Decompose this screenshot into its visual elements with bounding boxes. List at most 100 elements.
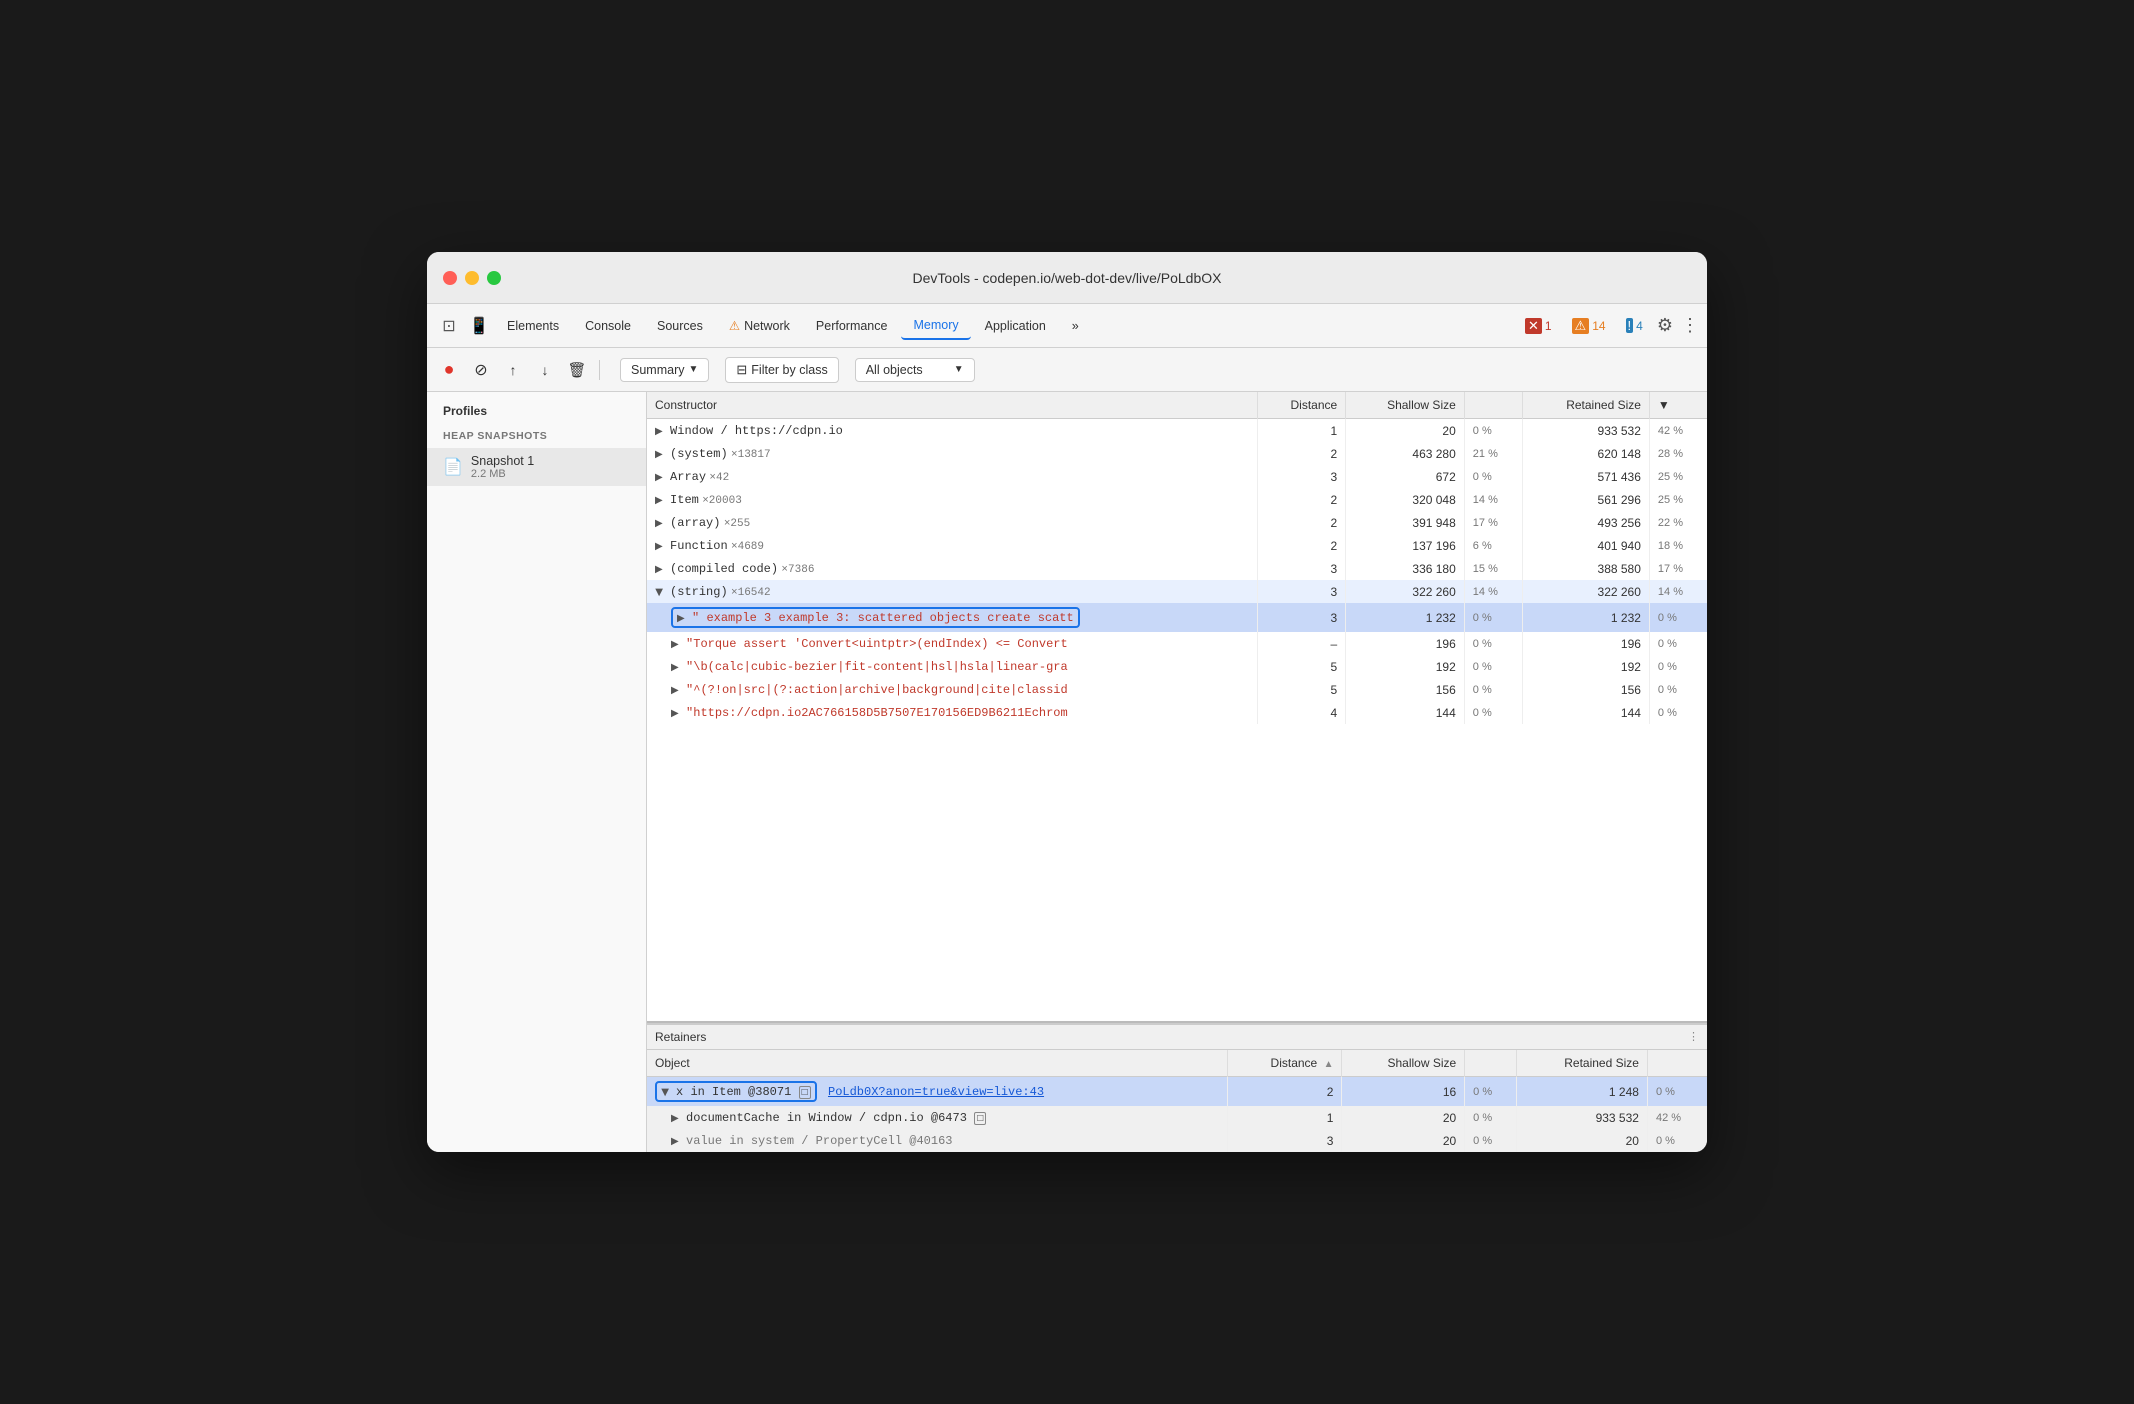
window-controls [443,271,501,285]
retained-pct-cell: 18 % [1649,534,1707,557]
table-row[interactable]: ▶ Window / https://cdpn.io 1 20 0 % 933 … [647,419,1707,443]
collect-icon[interactable]: 🗑 [563,356,591,384]
window-icon: □ [799,1086,811,1099]
expand-arrow-icon[interactable]: ▶ [653,589,664,597]
table-row[interactable]: ▶ Function ×4689 2 137 196 6 % 401 940 1… [647,534,1707,557]
expand-arrow-icon[interactable]: ▶ [655,495,663,506]
window-icon2: □ [974,1112,986,1125]
expand-arrow-icon[interactable]: ▶ [671,662,679,673]
table-row[interactable]: ▶ " example 3 example 3: scattered objec… [647,603,1707,632]
expand-arrow-icon[interactable]: ▶ [655,564,663,575]
distance-cell: 3 [1258,557,1346,580]
tab-sources[interactable]: Sources [645,313,715,339]
close-button[interactable] [443,271,457,285]
retained-pct-cell: 28 % [1649,442,1707,465]
expand-arrow-icon[interactable]: ▶ [655,426,663,437]
snapshot-item[interactable]: 📄 Snapshot 1 2.2 MB [427,448,646,486]
error-badge[interactable]: ✕ 1 [1519,316,1558,336]
maximize-button[interactable] [487,271,501,285]
snapshot-name: Snapshot 1 [471,454,534,468]
distance-cell: 3 [1258,580,1346,603]
expand-arrow-icon[interactable]: ▶ [671,1113,679,1124]
table-row[interactable]: ▶ x in Item @38071 □ PoLdb0X?anon=true&v… [647,1077,1707,1107]
expand-arrow-icon[interactable]: ▶ [671,708,679,719]
retained-pct-cell: 0 % [1649,678,1707,701]
constructor-cell: ▶ Item ×20003 [647,488,1258,511]
expand-arrow-icon[interactable]: ▶ [655,472,663,483]
table-row[interactable]: ▶ (array) ×255 2 391 948 17 % 493 256 22… [647,511,1707,534]
retained-cell: 144 [1523,701,1650,724]
summary-dropdown[interactable]: Summary ▼ [620,358,709,382]
shallow-cell: 672 [1346,465,1465,488]
shallow-pct-header-ret [1465,1050,1516,1077]
constructor-cell: ▶ (string) ×16542 [647,580,1258,603]
distance-cell: 5 [1258,678,1346,701]
link-text[interactable]: PoLdb0X?anon=true&view=live:43 [828,1085,1044,1099]
expand-arrow-icon[interactable]: ▶ [655,449,663,460]
shallow-cell: 322 260 [1346,580,1465,603]
table-row[interactable]: ▶ (compiled code) ×7386 3 336 180 15 % 3… [647,557,1707,580]
tab-console[interactable]: Console [573,313,643,339]
settings-icon[interactable]: ⚙ [1657,315,1673,336]
shallow-cell: 192 [1346,655,1465,678]
table-row[interactable]: ▶ Array ×42 3 672 0 % 571 436 25 % [647,465,1707,488]
warn-badge[interactable]: ⚠ 14 [1566,316,1612,336]
table-row[interactable]: ▶ "https://cdpn.io2AC766158D5B7507E17015… [647,701,1707,724]
retained-size-header: Retained Size [1523,392,1650,419]
shallow-pct-cell: 17 % [1464,511,1522,534]
tab-network[interactable]: ⚠ Network [717,312,802,339]
record-icon[interactable]: ● [435,356,463,384]
tab-performance[interactable]: Performance [804,313,900,339]
retained-pct-cell: 14 % [1649,580,1707,603]
network-warn-icon: ⚠ [729,318,740,333]
table-row[interactable]: ▶ Item ×20003 2 320 048 14 % 561 296 25 … [647,488,1707,511]
shallow-pct-cell: 14 % [1464,580,1522,603]
clear-icon[interactable]: ⊘ [467,356,495,384]
expand-arrow-icon[interactable]: ▶ [659,1089,670,1097]
retainers-table-container[interactable]: Object Distance ▲ Shallow Size Retained … [647,1050,1707,1152]
shallow-cell: 196 [1346,632,1465,655]
distance-sort-header[interactable]: Distance ▲ [1228,1050,1342,1077]
retained-pct-cell: 17 % [1649,557,1707,580]
constructor-cell: ▶ "Torque assert 'Convert<uintptr>(endIn… [647,632,1258,655]
expand-arrow-icon[interactable]: ▶ [655,541,663,552]
tab-more[interactable]: » [1060,313,1091,339]
table-row[interactable]: ▶ "^(?!on|src|(?:action|archive|backgrou… [647,678,1707,701]
tab-elements[interactable]: Elements [495,313,571,339]
expand-arrow-icon[interactable]: ▶ [671,1136,679,1147]
table-row[interactable]: ▶ documentCache in Window / cdpn.io @647… [647,1106,1707,1129]
expand-arrow-icon[interactable]: ▶ [671,639,679,650]
tab-application[interactable]: Application [973,313,1058,339]
expand-arrow-icon[interactable]: ▶ [677,613,685,624]
device-icon[interactable]: 📱 [465,312,493,340]
shallow-cell: 391 948 [1346,511,1465,534]
retained-cell: 620 148 [1523,442,1650,465]
retained-sort-header[interactable]: ▼ [1649,392,1707,419]
summary-chevron-icon: ▼ [688,364,698,375]
distance-cell: 3 [1258,603,1346,632]
table-row[interactable]: ▶ "\b(calc|cubic-bezier|fit-content|hsl|… [647,655,1707,678]
upload-icon[interactable]: ↑ [499,356,527,384]
constructor-cell: ▶ "\b(calc|cubic-bezier|fit-content|hsl|… [647,655,1258,678]
table-row[interactable]: ▶ value in system / PropertyCell @40163 … [647,1129,1707,1152]
retainers-label: Retainers [655,1030,706,1044]
expand-arrow-icon[interactable]: ▶ [671,685,679,696]
inspector-icon[interactable]: ⊡ [435,312,463,340]
download-icon[interactable]: ↓ [531,356,559,384]
shallow-cell: 137 196 [1346,534,1465,557]
constructor-cell: ▶ (compiled code) ×7386 [647,557,1258,580]
shallow-cell: 20 [1342,1129,1465,1152]
tab-memory[interactable]: Memory [901,312,970,340]
minimize-button[interactable] [465,271,479,285]
distance-cell: 3 [1258,465,1346,488]
table-row[interactable]: ▶ "Torque assert 'Convert<uintptr>(endIn… [647,632,1707,655]
all-objects-dropdown[interactable]: All objects ▼ [855,358,975,382]
info-badge[interactable]: ! 4 [1620,316,1649,335]
table-row[interactable]: ▶ (string) ×16542 3 322 260 14 % 322 260… [647,580,1707,603]
expand-arrow-icon[interactable]: ▶ [655,518,663,529]
table-row[interactable]: ▶ (system) ×13817 2 463 280 21 % 620 148… [647,442,1707,465]
more-options-icon[interactable]: ⋮ [1681,315,1699,336]
resize-handle-icon[interactable]: ⋮ [1688,1030,1699,1043]
constructor-table-container[interactable]: Constructor Distance Shallow Size Retain… [647,392,1707,1021]
filter-by-class-button[interactable]: ⊟ Filter by class [725,357,838,383]
